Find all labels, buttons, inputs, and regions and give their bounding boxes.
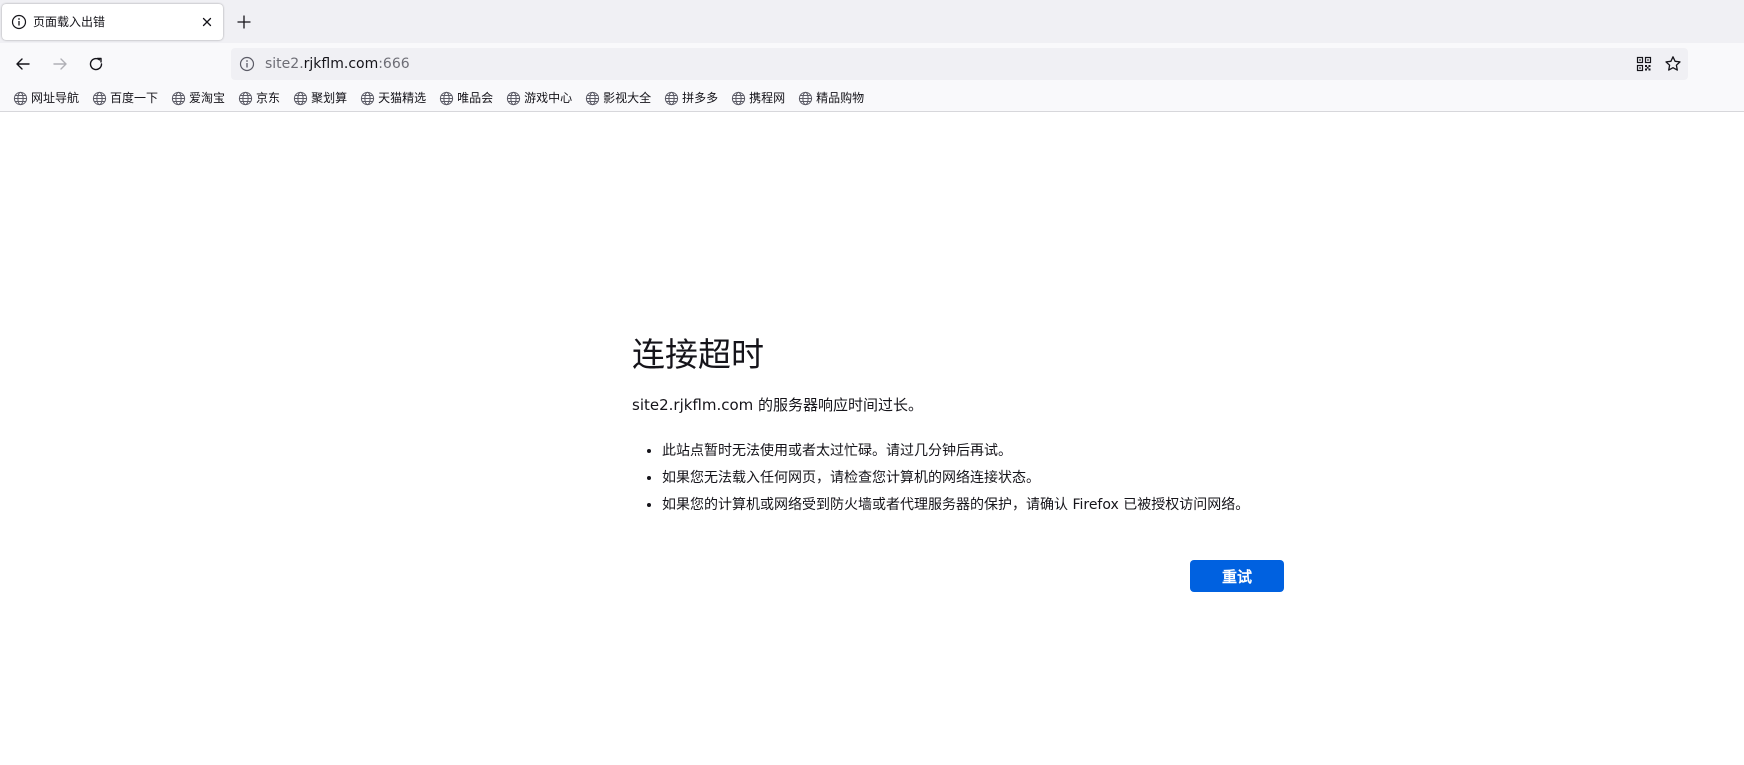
bookmark-item[interactable]: 网址导航 — [13, 89, 79, 107]
bookmark-item[interactable]: 拼多多 — [664, 89, 718, 107]
bookmark-label: 爱淘宝 — [189, 91, 226, 105]
error-container: 连接超时 site2.rjkflm.com 的服务器响应时间过长。 此站点暂时无… — [632, 334, 1282, 519]
plus-icon[interactable] — [235, 13, 253, 31]
tab-title: 页面载入出错 — [33, 15, 106, 29]
bookmark-item[interactable]: 影视大全 — [585, 89, 651, 107]
navigation-toolbar: site2.rjkflm.com:666 — [0, 43, 1744, 85]
globe-icon — [439, 91, 457, 106]
globe-icon — [13, 91, 31, 106]
qr-code-icon[interactable] — [1636, 56, 1652, 72]
address-bar[interactable]: site2.rjkflm.com:666 — [231, 48, 1688, 80]
globe-icon — [293, 91, 311, 106]
close-icon[interactable] — [199, 14, 215, 30]
bookmark-item[interactable]: 游戏中心 — [506, 89, 572, 107]
url-text[interactable]: site2.rjkflm.com:666 — [265, 55, 410, 73]
bookmark-label: 影视大全 — [603, 91, 652, 105]
url-domain: rjkflm.com — [303, 56, 379, 72]
globe-icon — [360, 91, 378, 106]
bookmark-item[interactable]: 精品购物 — [798, 89, 864, 107]
bookmark-item[interactable]: 京东 — [238, 89, 280, 107]
globe-icon — [731, 91, 749, 106]
bookmark-item[interactable]: 爱淘宝 — [171, 89, 225, 107]
reload-icon[interactable] — [86, 54, 106, 74]
globe-icon — [92, 91, 110, 106]
globe-icon — [798, 91, 816, 106]
globe-icon — [171, 91, 189, 106]
info-icon — [11, 14, 27, 30]
arrow-left-icon[interactable] — [13, 54, 33, 74]
tab-active[interactable]: 页面载入出错 — [2, 4, 223, 40]
globe-icon — [664, 91, 682, 106]
bookmark-label: 聚划算 — [311, 91, 348, 105]
globe-icon — [585, 91, 603, 106]
bookmark-item[interactable]: 聚划算 — [293, 89, 347, 107]
url-prefix: site2. — [265, 56, 304, 72]
bookmark-label: 京东 — [256, 91, 281, 105]
bookmark-label: 携程网 — [749, 91, 786, 105]
error-suggestion-item: 此站点暂时无法使用或者太过忙碌。请过几分钟后再试。 — [662, 438, 1282, 465]
bookmark-label: 唯品会 — [457, 91, 494, 105]
bookmark-label: 网址导航 — [31, 91, 80, 105]
url-port: :666 — [378, 56, 410, 72]
globe-icon — [506, 91, 524, 106]
tab-strip: 页面载入出错 — [0, 0, 1744, 43]
bookmark-item[interactable]: 天猫精选 — [360, 89, 426, 107]
error-title: 连接超时 — [632, 335, 764, 374]
error-suggestions: 此站点暂时无法使用或者太过忙碌。请过几分钟后再试。 如果您无法载入任何网页，请检… — [632, 438, 1282, 519]
bookmark-label: 天猫精选 — [378, 91, 427, 105]
info-icon[interactable] — [239, 56, 255, 72]
globe-icon — [238, 91, 256, 106]
retry-button[interactable]: 重试 — [1190, 560, 1284, 592]
bookmark-label: 游戏中心 — [524, 91, 573, 105]
error-suggestion-item: 如果您的计算机或网络受到防火墙或者代理服务器的保护，请确认 Firefox 已被… — [662, 492, 1282, 519]
bookmark-item[interactable]: 携程网 — [731, 89, 785, 107]
bookmark-label: 拼多多 — [682, 91, 719, 105]
bookmarks-toolbar: 网址导航 百度一下 爱淘宝 京东 聚划算 天猫精选 唯品会 游戏中心 影视大全 拼多多 携程网 精品购… — [0, 85, 1744, 112]
bookmark-item[interactable]: 百度一下 — [92, 89, 158, 107]
star-icon[interactable] — [1664, 55, 1682, 73]
bookmark-item[interactable]: 唯品会 — [439, 89, 493, 107]
error-description: site2.rjkflm.com 的服务器响应时间过长。 — [632, 396, 924, 414]
arrow-right-icon[interactable] — [50, 54, 70, 74]
bookmarks-list: 网址导航 百度一下 爱淘宝 京东 聚划算 天猫精选 唯品会 游戏中心 影视大全 拼多多 携程网 精品购… — [13, 89, 864, 107]
bookmark-label: 精品购物 — [816, 91, 865, 105]
bookmark-label: 百度一下 — [110, 91, 159, 105]
error-suggestion-item: 如果您无法载入任何网页，请检查您计算机的网络连接状态。 — [662, 465, 1282, 492]
